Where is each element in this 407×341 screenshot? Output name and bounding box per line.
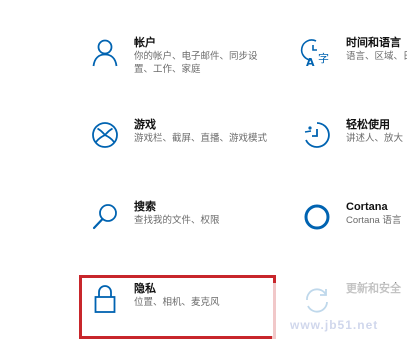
tile-desc: 讲述人、放大 bbox=[346, 133, 404, 144]
tile-desc: 游戏栏、截屏、直播、游戏模式 bbox=[134, 133, 268, 144]
xbox-icon bbox=[88, 118, 122, 152]
watermark-text: www.jb51.net bbox=[290, 318, 379, 332]
update-icon bbox=[300, 282, 334, 316]
tile-cortana[interactable]: Cortana Cortana 语言 bbox=[300, 200, 401, 234]
ease-of-access-icon bbox=[300, 118, 334, 152]
tile-desc: 查找我的文件、权限 bbox=[134, 215, 220, 226]
tile-title: 轻松使用 bbox=[346, 119, 390, 131]
tile-title: 时间和语言 bbox=[346, 37, 401, 49]
tile-update-security[interactable]: 更新和安全 bbox=[300, 282, 401, 316]
svg-text:字: 字 bbox=[318, 51, 329, 65]
tile-time-language[interactable]: A 字 时间和语言 语言、区域、日 bbox=[300, 36, 407, 70]
tile-ease-of-access[interactable]: 轻松使用 讲述人、放大 bbox=[300, 118, 403, 152]
tile-desc: 置、工作、家庭 bbox=[134, 64, 201, 75]
search-icon bbox=[88, 200, 122, 234]
tile-desc: Cortana 语言 bbox=[346, 215, 402, 226]
cortana-icon bbox=[300, 200, 334, 234]
tile-search[interactable]: 搜索 查找我的文件、权限 bbox=[88, 200, 220, 234]
tile-accounts[interactable]: 帐户 你的帐户、电子邮件、同步设 置、工作、家庭 bbox=[88, 36, 258, 76]
svg-text:A: A bbox=[306, 56, 315, 69]
settings-home: 帐户 你的帐户、电子邮件、同步设 置、工作、家庭 A 字 时间和语言 语言、区域… bbox=[0, 0, 407, 341]
highlight-frame bbox=[79, 275, 276, 339]
tile-title: Cortana bbox=[346, 201, 388, 213]
tile-title: 游戏 bbox=[134, 119, 156, 131]
tile-title: 更新和安全 bbox=[346, 283, 401, 295]
tile-desc: 你的帐户、电子邮件、同步设 bbox=[134, 51, 258, 62]
time-language-icon: A 字 bbox=[300, 36, 334, 70]
tile-desc: 语言、区域、日 bbox=[346, 51, 407, 62]
tile-gaming[interactable]: 游戏 游戏栏、截屏、直播、游戏模式 bbox=[88, 118, 267, 152]
tile-title: 帐户 bbox=[134, 37, 156, 49]
person-icon bbox=[88, 36, 122, 70]
tile-title: 搜索 bbox=[134, 201, 156, 213]
